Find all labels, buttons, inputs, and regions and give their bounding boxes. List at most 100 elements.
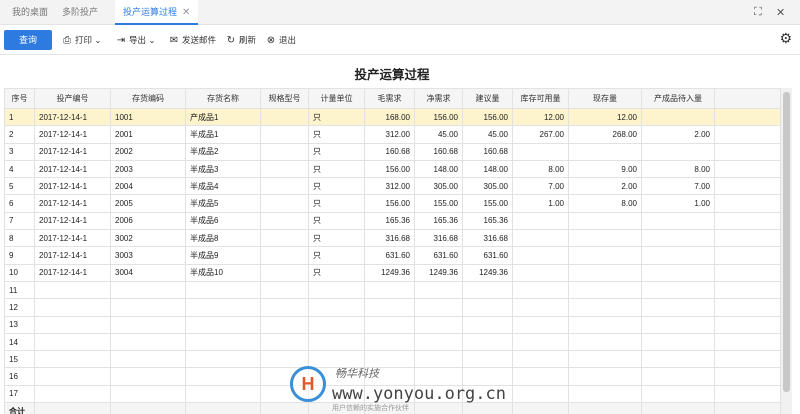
export-button[interactable]: ⇥ 导出 ⌄ <box>116 32 156 48</box>
table-cell[interactable]: 2017-12-14-1 <box>34 211 111 231</box>
table-cell[interactable]: 只 <box>308 263 365 282</box>
table-cell[interactable] <box>568 229 642 248</box>
restore-window-icon[interactable]: ⛶ <box>754 6 762 19</box>
table-cell[interactable] <box>34 367 111 386</box>
table-cell[interactable]: 8.00 <box>512 159 569 179</box>
table-cell[interactable]: 2017-12-14-1 <box>34 125 111 144</box>
table-cell[interactable]: 3002 <box>110 229 186 248</box>
table-row[interactable]: 15 <box>4 350 780 369</box>
table-cell[interactable] <box>414 367 463 386</box>
table-cell[interactable] <box>462 315 513 334</box>
table-cell[interactable] <box>414 332 463 352</box>
table-cell[interactable] <box>714 246 780 265</box>
table-cell[interactable]: 9.0 <box>714 159 780 179</box>
table-cell[interactable] <box>462 367 513 386</box>
table-cell[interactable] <box>462 332 513 352</box>
table-cell[interactable]: 12 <box>4 298 35 317</box>
table-cell[interactable]: 2017-12-14-1 <box>34 246 111 265</box>
table-cell[interactable] <box>110 384 186 404</box>
table-cell[interactable] <box>110 298 186 317</box>
column-header[interactable]: 计量单位 <box>308 88 365 109</box>
table-cell[interactable]: 8.00 <box>568 194 642 213</box>
table-cell[interactable]: 只 <box>308 194 365 213</box>
table-cell[interactable]: 316.68 <box>364 229 415 248</box>
table-cell[interactable]: 165.36 <box>364 211 415 231</box>
table-row[interactable]: 7 2017-12-14-1 2006 半成品6 只 165.36 165.36 165.36 <box>4 211 780 231</box>
table-cell[interactable] <box>414 298 463 317</box>
table-cell[interactable]: 168.00 <box>364 107 415 127</box>
table-cell[interactable] <box>641 142 715 161</box>
table-cell[interactable] <box>185 350 261 369</box>
table-cell[interactable] <box>364 332 415 352</box>
table-cell[interactable] <box>260 107 309 127</box>
table-cell[interactable] <box>714 298 780 317</box>
table-cell[interactable] <box>714 229 780 248</box>
table-cell[interactable] <box>512 229 569 248</box>
table-cell[interactable]: 316.68 <box>414 229 463 248</box>
table-cell[interactable] <box>260 280 309 300</box>
table-cell[interactable] <box>714 142 780 161</box>
table-cell[interactable]: 16 <box>4 367 35 386</box>
table-cell[interactable] <box>714 350 780 369</box>
column-header[interactable]: 投产编号 <box>34 88 111 109</box>
table-cell[interactable]: 只 <box>308 125 365 144</box>
table-cell[interactable] <box>641 211 715 231</box>
table-cell[interactable] <box>512 315 569 334</box>
table-cell[interactable] <box>512 350 569 369</box>
table-cell[interactable]: 156.00 <box>364 194 415 213</box>
table-cell[interactable]: 2002 <box>110 142 186 161</box>
table-cell[interactable] <box>260 159 309 179</box>
table-cell[interactable]: 8 <box>4 229 35 248</box>
table-row[interactable]: 13 <box>4 315 780 334</box>
table-cell[interactable]: 165.36 <box>414 211 463 231</box>
table-cell[interactable] <box>568 367 642 386</box>
table-cell[interactable] <box>34 384 111 404</box>
vertical-scrollbar[interactable] <box>780 88 792 414</box>
table-cell[interactable]: 148.00 <box>414 159 463 179</box>
table-cell[interactable]: 12.00 <box>512 107 569 127</box>
table-cell[interactable] <box>308 298 365 317</box>
close-icon[interactable]: ✕ <box>182 7 190 18</box>
table-row[interactable]: 5 2017-12-14-1 2004 半成品4 只 312.00 305.00 305.00… <box>4 177 780 196</box>
table-cell[interactable] <box>641 246 715 265</box>
table-row[interactable]: 16 <box>4 367 780 386</box>
table-cell[interactable]: 160.68 <box>462 142 513 161</box>
table-cell[interactable] <box>714 280 780 300</box>
table-cell[interactable] <box>714 367 780 386</box>
tab-multi-level-production[interactable]: 多阶投产 <box>54 0 106 25</box>
table-cell[interactable]: 2017-12-14-1 <box>34 159 111 179</box>
table-cell[interactable]: 半成品1 <box>185 125 261 144</box>
close-window-icon[interactable]: ✕ <box>776 6 785 19</box>
table-cell[interactable]: 半成品8 <box>185 229 261 248</box>
exit-button[interactable]: ⊗ 退出 <box>266 32 296 48</box>
table-row[interactable]: 4 2017-12-14-1 2003 半成品3 只 156.00 148.00 148.00… <box>4 159 780 179</box>
column-header[interactable]: 毛需求 <box>364 88 415 109</box>
table-cell[interactable]: 半成品6 <box>185 211 261 231</box>
table-cell[interactable]: 15 <box>4 350 35 369</box>
query-button[interactable]: 查询 <box>4 30 52 50</box>
table-row[interactable]: 1 2017-12-14-1 1001 产成品1 只 168.00 156.00 156.00… <box>4 107 780 127</box>
table-cell[interactable]: 631.60 <box>364 246 415 265</box>
table-cell[interactable] <box>641 263 715 282</box>
table-cell[interactable] <box>260 177 309 196</box>
table-cell[interactable]: 2003 <box>110 159 186 179</box>
table-cell[interactable]: 2017-12-14-1 <box>34 263 111 282</box>
table-cell[interactable]: 45.00 <box>462 125 513 144</box>
table-cell[interactable]: 半成品10 <box>185 263 261 282</box>
table-cell[interactable] <box>34 332 111 352</box>
table-cell[interactable]: 13 <box>4 315 35 334</box>
refresh-button[interactable]: ↻ 刷新 <box>226 32 256 48</box>
table-cell[interactable] <box>568 211 642 231</box>
column-header[interactable]: 净需求 <box>414 88 463 109</box>
table-cell[interactable]: 3 <box>4 142 35 161</box>
table-cell[interactable]: 11 <box>4 280 35 300</box>
table-cell[interactable] <box>568 298 642 317</box>
table-cell[interactable] <box>185 384 261 404</box>
table-cell[interactable]: 只 <box>308 107 365 127</box>
table-row[interactable]: 12 <box>4 298 780 317</box>
table-cell[interactable] <box>260 246 309 265</box>
table-cell[interactable]: 6 <box>4 194 35 213</box>
table-cell[interactable] <box>641 315 715 334</box>
table-cell[interactable] <box>364 298 415 317</box>
table-cell[interactable] <box>714 263 780 282</box>
